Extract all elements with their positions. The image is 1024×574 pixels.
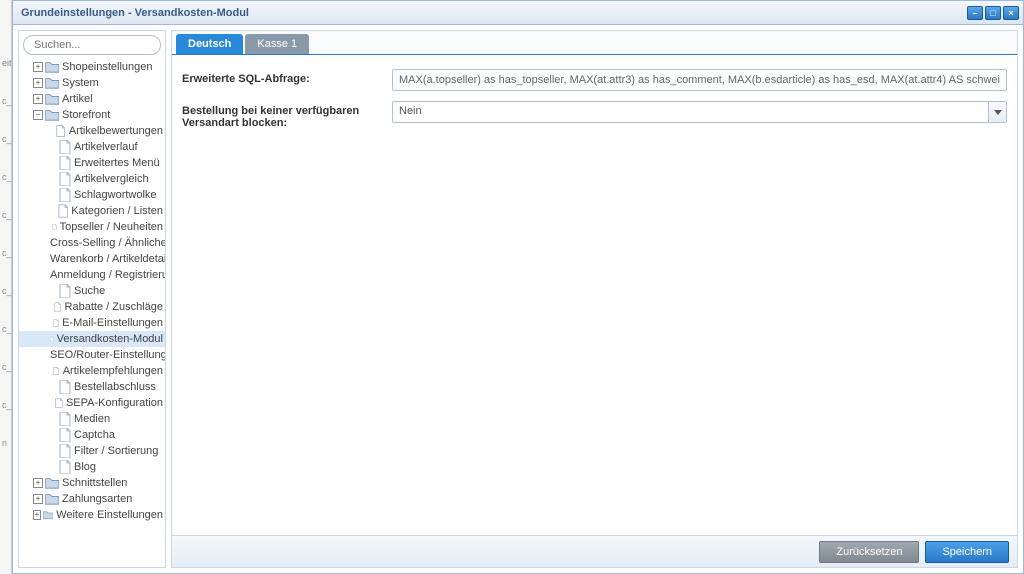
background-strip: eitc_c_ c_c_c_ c_c_c_ c_n [0, 0, 12, 574]
tree-item[interactable]: Bestellabschluss [19, 379, 165, 395]
tree-item[interactable]: Rabatte / Zuschläge [19, 299, 165, 315]
tree-item[interactable]: SEO/Router-Einstellungen [19, 347, 165, 363]
titlebar: Grundeinstellungen - Versandkosten-Modul… [13, 1, 1023, 25]
tree-folder[interactable]: −Storefront [19, 107, 165, 123]
sql-label: Erweiterte SQL-Abfrage: [182, 69, 392, 85]
tree-item[interactable]: Filter / Sortierung [19, 443, 165, 459]
form-area: Erweiterte SQL-Abfrage: Bestellung bei k… [172, 55, 1017, 535]
sql-input[interactable] [392, 69, 1007, 91]
minimize-button[interactable]: – [967, 6, 983, 20]
tree-item[interactable]: Blog [19, 459, 165, 475]
settings-window: Grundeinstellungen - Versandkosten-Modul… [12, 0, 1024, 574]
tree-item[interactable]: Schlagwortwolke [19, 187, 165, 203]
tab-kasse1[interactable]: Kasse 1 [245, 34, 309, 54]
expand-icon[interactable]: + [33, 94, 43, 104]
block-select-trigger[interactable] [988, 102, 1006, 122]
tree-item[interactable]: Medien [19, 411, 165, 427]
window-title: Grundeinstellungen - Versandkosten-Modul [21, 7, 249, 19]
tree-item[interactable]: Topseller / Neuheiten [19, 219, 165, 235]
main-panel: Deutsch Kasse 1 Erweiterte SQL-Abfrage: … [171, 30, 1018, 568]
tree-item[interactable]: Erweitertes Menü [19, 155, 165, 171]
tab-deutsch[interactable]: Deutsch [176, 34, 243, 54]
expand-icon[interactable]: + [33, 62, 43, 72]
tree-item[interactable]: Artikelverlauf [19, 139, 165, 155]
block-label: Bestellung bei keiner verfügbaren Versan… [182, 101, 392, 129]
tree-item[interactable]: Versandkosten-Modul [19, 331, 165, 347]
expand-icon[interactable]: + [33, 510, 41, 520]
block-select[interactable]: Nein [392, 101, 1007, 123]
tree-item[interactable]: Anmeldung / Registrierung [19, 267, 165, 283]
sidebar: +Shopeinstellungen+System+Artikel−Storef… [18, 30, 166, 568]
expand-icon[interactable]: + [33, 494, 43, 504]
tree-folder[interactable]: +Schnittstellen [19, 475, 165, 491]
tree-item[interactable]: SEPA-Konfiguration [19, 395, 165, 411]
close-button[interactable]: × [1003, 6, 1019, 20]
tree-folder[interactable]: +Artikel [19, 91, 165, 107]
maximize-button[interactable]: □ [985, 6, 1001, 20]
save-button[interactable]: Speichern [925, 541, 1009, 563]
tree-folder[interactable]: +Weitere Einstellungen [19, 507, 165, 523]
tree-folder[interactable]: +Shopeinstellungen [19, 59, 165, 75]
collapse-icon[interactable]: − [33, 110, 43, 120]
tree-item[interactable]: Suche [19, 283, 165, 299]
tree-item[interactable]: E-Mail-Einstellungen [19, 315, 165, 331]
tree-folder[interactable]: +Zahlungsarten [19, 491, 165, 507]
expand-icon[interactable]: + [33, 478, 43, 488]
tree-item[interactable]: Warenkorb / Artikeldetails [19, 251, 165, 267]
chevron-down-icon [994, 110, 1002, 115]
tree-item[interactable]: Artikelbewertungen [19, 123, 165, 139]
tree-item[interactable]: Artikelempfehlungen [19, 363, 165, 379]
tree-item[interactable]: Kategorien / Listen [19, 203, 165, 219]
reset-button[interactable]: Zurücksetzen [819, 541, 919, 563]
tree-folder[interactable]: +System [19, 75, 165, 91]
nav-tree: +Shopeinstellungen+System+Artikel−Storef… [19, 59, 165, 567]
tab-strip: Deutsch Kasse 1 [172, 31, 1017, 55]
block-select-value: Nein [393, 102, 988, 122]
footer-toolbar: Zurücksetzen Speichern [172, 535, 1017, 567]
tree-item[interactable]: Captcha [19, 427, 165, 443]
tree-item[interactable]: Cross-Selling / Ähnliche Art. [19, 235, 165, 251]
expand-icon[interactable]: + [33, 78, 43, 88]
search-input[interactable] [34, 39, 176, 51]
search-box[interactable] [23, 35, 161, 55]
tree-item[interactable]: Artikelvergleich [19, 171, 165, 187]
